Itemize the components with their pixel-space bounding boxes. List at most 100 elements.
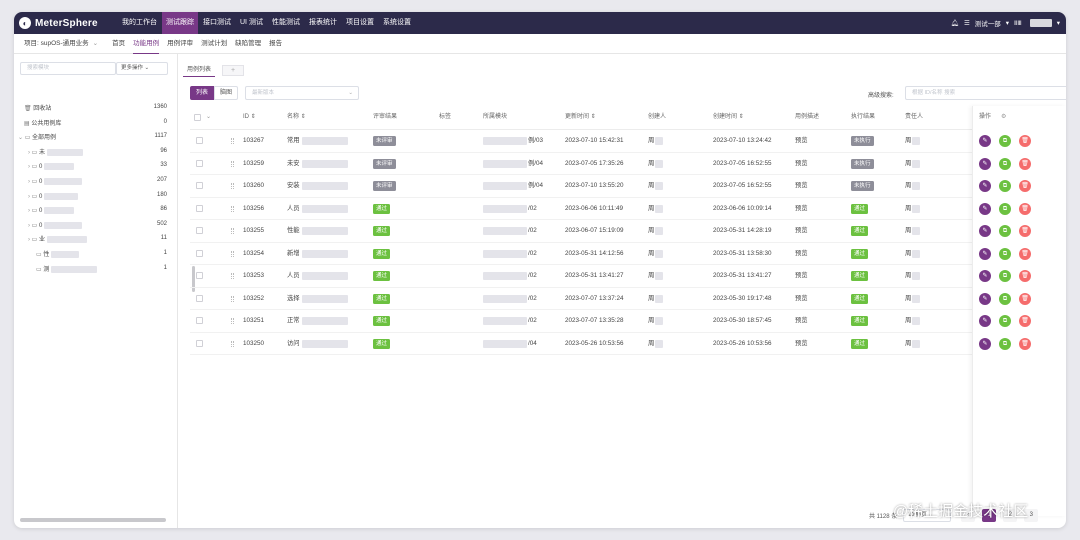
case-description-link[interactable]: 预览	[795, 243, 808, 265]
table-row[interactable]: 103255 性能 2023-06-07 15:19:09 周 2023-05-31 1…	[190, 220, 1066, 243]
chevron-down-icon[interactable]: ⌄	[206, 106, 211, 128]
delete-icon[interactable]: 🗑︎	[1019, 270, 1031, 282]
table-row[interactable]: 103267 常用 2023-07-10 15:42:31 周 2023-07-10 1…	[190, 130, 1066, 153]
case-description-link[interactable]: 预览	[795, 265, 808, 287]
case-name[interactable]: 正常	[287, 310, 300, 332]
sub-nav-item[interactable]: 功能用例	[133, 34, 160, 54]
case-description-link[interactable]: 预览	[795, 153, 808, 175]
project-selector[interactable]: 项目: supOS-通用业务	[24, 34, 89, 54]
tree-node[interactable]: › ▭ 未	[28, 148, 84, 158]
table-row[interactable]: 103250 访问 2023-05-26 10:53:56 周 2023-05-26 1…	[190, 333, 1066, 355]
case-description-link[interactable]: 预览	[795, 333, 808, 355]
edit-icon[interactable]: ✎	[979, 292, 991, 305]
tree-node[interactable]: 🗑︎ 回收站	[24, 104, 51, 114]
table-row[interactable]: 103260 安装 2023-07-10 13:55:20 周 2023-07-05 1…	[190, 175, 1066, 198]
row-checkbox[interactable]	[196, 249, 203, 257]
case-name[interactable]: 新增	[287, 243, 300, 265]
col-owner[interactable]: 责任人	[905, 106, 923, 128]
chevron-down-icon[interactable]: ▾	[1006, 19, 1009, 27]
case-name[interactable]: 安装	[287, 175, 300, 197]
sidebar-scrollbar[interactable]	[20, 518, 166, 522]
copy-icon[interactable]: ⧉	[999, 337, 1011, 350]
tree-node[interactable]: ▤ 公共用例库	[24, 119, 61, 129]
table-row[interactable]: 103259 未安 2023-07-05 17:35:26 周 2023-07-05 1…	[190, 153, 1066, 175]
case-name[interactable]: 性能	[287, 220, 300, 242]
delete-icon[interactable]: 🗑︎	[1019, 202, 1031, 215]
select-all-checkbox[interactable]	[194, 114, 201, 121]
tree-node[interactable]: › ▭ 0	[28, 162, 75, 172]
copy-icon[interactable]: ⧉	[999, 225, 1011, 237]
tab-case-list[interactable]: 用例列表	[183, 63, 216, 77]
table-row[interactable]: 103251 正常 2023-07-07 13:35:28 周 2023-05-30 1…	[190, 310, 1066, 333]
col-created[interactable]: 创建时间 ⇕	[713, 106, 744, 128]
copy-icon[interactable]: ⧉	[999, 135, 1011, 147]
edit-icon[interactable]: ✎	[979, 270, 991, 282]
top-nav-item[interactable]: 性能测试	[268, 12, 304, 34]
case-name[interactable]: 访问	[287, 333, 300, 355]
top-nav-item[interactable]: 我的工作台	[118, 12, 161, 34]
drag-handle-icon[interactable]	[231, 273, 234, 279]
bell-icon[interactable]: 🔔︎	[951, 19, 959, 27]
row-checkbox[interactable]	[196, 182, 203, 189]
edit-icon[interactable]: ✎	[979, 135, 991, 147]
row-checkbox[interactable]	[196, 294, 203, 302]
case-name[interactable]: 常用	[287, 130, 300, 152]
chevron-down-icon[interactable]: ⌄	[18, 135, 25, 141]
drag-handle-icon[interactable]	[231, 205, 234, 212]
case-name[interactable]: 选择	[287, 288, 300, 310]
sub-nav-item[interactable]: 测试计划	[201, 34, 227, 54]
edit-icon[interactable]: ✎	[979, 225, 991, 237]
top-nav-item[interactable]: 系统设置	[379, 12, 415, 34]
delete-icon[interactable]: 🗑︎	[1019, 225, 1031, 237]
table-row[interactable]: 103253 人员 2023-05-31 13:41:27 周 2023-05-31 1…	[190, 265, 1066, 288]
chevron-down-icon[interactable]: ▾	[1057, 19, 1060, 27]
version-select[interactable]: 最新版本 ⌄	[245, 86, 360, 100]
list-view-button[interactable]: 列表	[190, 86, 215, 100]
drag-handle-icon[interactable]	[231, 295, 234, 302]
copy-icon[interactable]: ⧉	[999, 202, 1011, 215]
language-switch[interactable]: ⅡⅢ	[1014, 19, 1022, 27]
sub-nav-item[interactable]: 首页	[112, 34, 125, 54]
copy-icon[interactable]: ⧉	[999, 270, 1011, 282]
mind-view-button[interactable]: 脑图	[214, 86, 239, 100]
edit-icon[interactable]: ✎	[979, 315, 991, 327]
col-id[interactable]: ID ⇕	[243, 106, 256, 128]
delete-icon[interactable]: 🗑︎	[1019, 292, 1031, 305]
case-name[interactable]: 人员	[287, 198, 300, 220]
drag-handle-icon[interactable]	[231, 138, 234, 144]
row-checkbox[interactable]	[196, 317, 203, 324]
row-checkbox[interactable]	[196, 227, 203, 234]
case-description-link[interactable]: 预览	[795, 198, 808, 220]
drag-handle-icon[interactable]	[231, 340, 234, 347]
tree-node[interactable]: › ▭ 0	[28, 206, 75, 216]
row-checkbox[interactable]	[196, 204, 203, 212]
advanced-search-label[interactable]: 高级搜索:	[868, 90, 894, 99]
copy-icon[interactable]: ⧉	[999, 247, 1011, 260]
edit-icon[interactable]: ✎	[979, 337, 991, 350]
delete-icon[interactable]: 🗑︎	[1019, 247, 1031, 260]
sub-nav-item[interactable]: 缺陷管理	[235, 34, 261, 54]
user-name[interactable]	[1029, 19, 1052, 27]
logo[interactable]: ◐ MeterSphere	[14, 17, 118, 29]
top-nav-item[interactable]: 测试跟踪	[162, 12, 198, 34]
col-module[interactable]: 所属模块	[483, 106, 507, 128]
table-row[interactable]: 103254 新增 2023-05-31 14:12:56 周 2023-05-31 1…	[190, 243, 1066, 265]
delete-icon[interactable]: 🗑︎	[1019, 157, 1031, 170]
tree-node[interactable]: › ▭ 业	[28, 235, 88, 245]
sub-nav-item[interactable]: 报告	[269, 34, 282, 54]
tree-node[interactable]: ▭ 性	[36, 250, 80, 260]
chevron-down-icon[interactable]: ⌄	[93, 34, 98, 54]
row-checkbox[interactable]	[196, 159, 203, 167]
table-row[interactable]: 103256 人员 2023-06-06 10:11:49 周 2023-06-06 1…	[190, 198, 1066, 220]
edit-icon[interactable]: ✎	[979, 157, 991, 170]
tree-node[interactable]: ⌄ ▭ 全部用例	[18, 133, 56, 143]
table-row[interactable]: 103252 选择 2023-07-07 13:37:24 周 2023-05-30 1…	[190, 288, 1066, 310]
delete-icon[interactable]: 🗑︎	[1019, 337, 1031, 350]
col-review[interactable]: 评审结果	[373, 106, 397, 128]
top-nav-item[interactable]: 接口测试	[199, 12, 235, 34]
col-name[interactable]: 名称 ⇕	[287, 106, 306, 128]
copy-icon[interactable]: ⧉	[999, 180, 1011, 192]
gear-icon[interactable]: ⚙	[1001, 106, 1006, 128]
drag-handle-icon[interactable]	[231, 250, 234, 257]
top-nav-item[interactable]: UI 测试	[236, 12, 267, 34]
